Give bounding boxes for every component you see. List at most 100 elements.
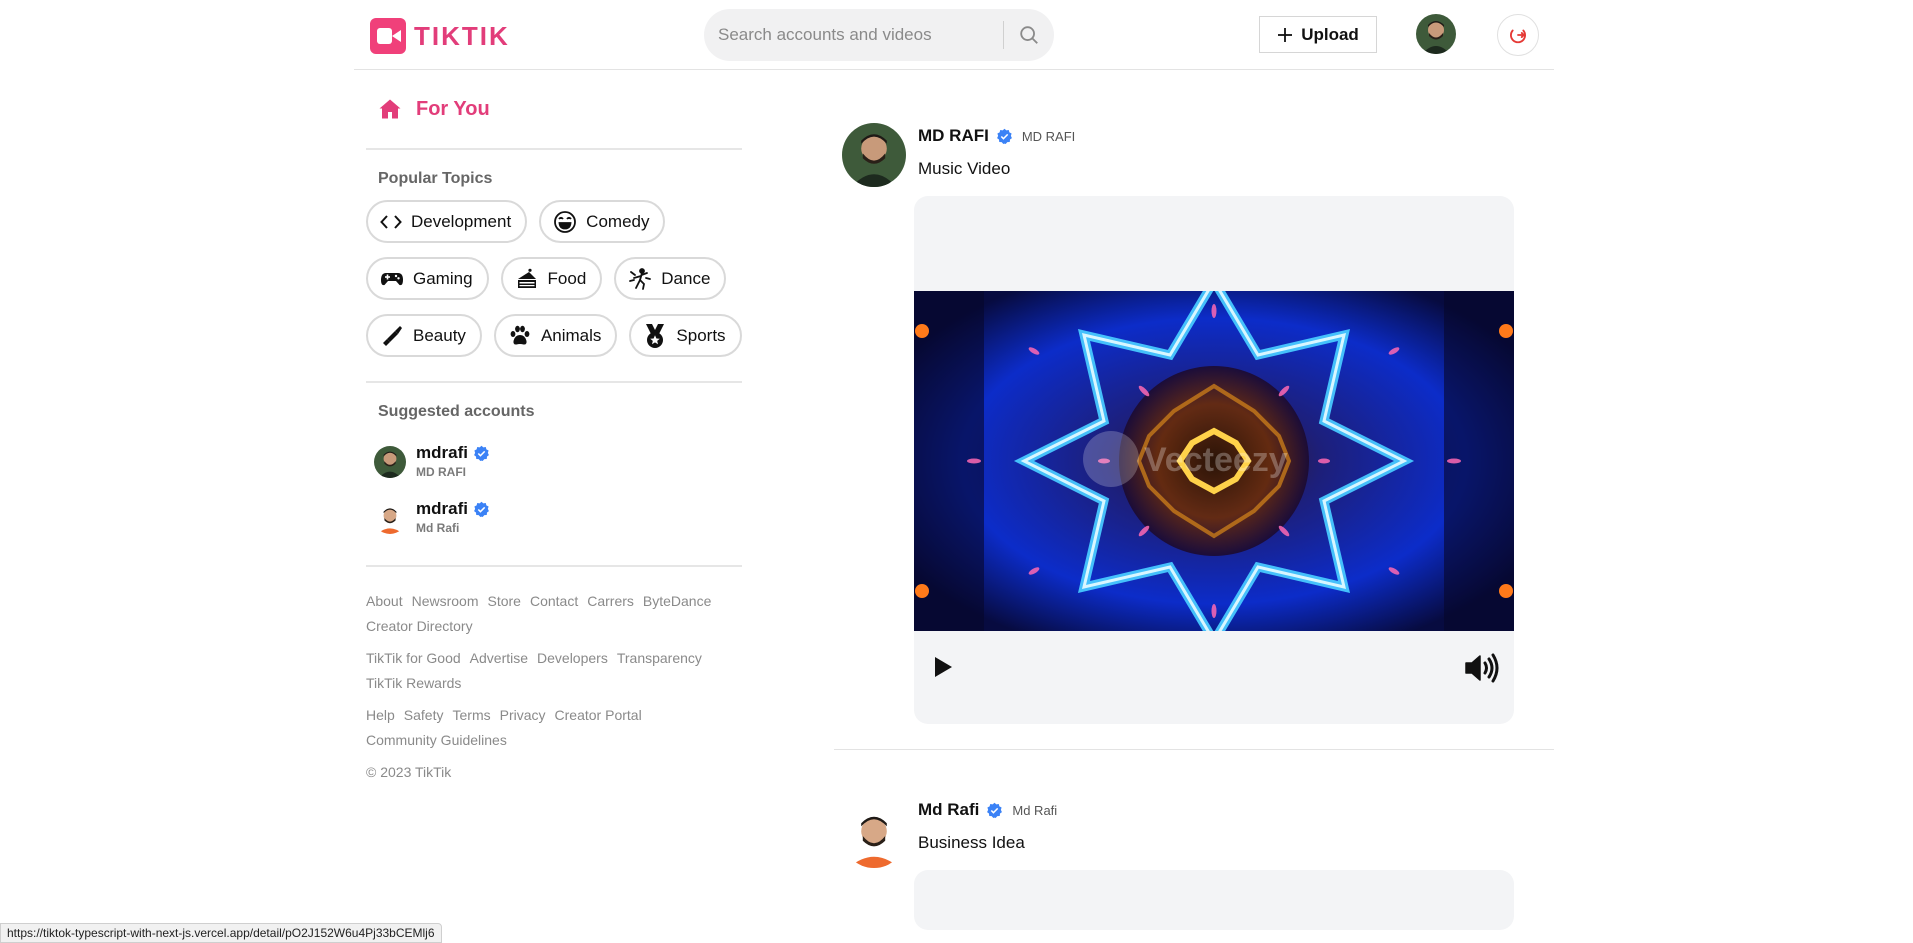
avatar [374, 446, 406, 478]
search-icon [1020, 26, 1038, 44]
sidebar-item-for-you[interactable]: For You [366, 70, 742, 150]
footer-link-transparency[interactable]: Transparency [617, 650, 702, 666]
account-name: mdrafi [416, 499, 468, 518]
gamepad-icon [381, 272, 403, 285]
volume-button[interactable] [1464, 653, 1500, 688]
logo-text: TIKTIK [414, 20, 510, 51]
topic-dance[interactable]: Dance [614, 257, 727, 300]
footer-link-community-guidelines[interactable]: Community Guidelines [366, 732, 507, 748]
topic-label: Beauty [413, 325, 466, 345]
lipstick-icon [383, 325, 402, 346]
post-handle: MD RAFI [1021, 128, 1076, 144]
profile-avatar[interactable] [1416, 14, 1456, 54]
play-button[interactable] [932, 655, 954, 684]
account-display-name: MD RAFI [416, 465, 466, 479]
footer-link-bytedance[interactable]: ByteDance [643, 593, 711, 609]
footer-link-for-good[interactable]: TikTik for Good [366, 650, 461, 666]
post-caption: Music Video [918, 159, 1011, 178]
post-username: MD RAFI [918, 126, 989, 145]
user-avatar-image [842, 804, 906, 868]
logout-button[interactable] [1497, 14, 1539, 56]
video-camera-icon [370, 18, 406, 54]
topic-label: Animals [540, 325, 602, 345]
video-feed: MD RAFI MD RAFI Music Video Vecteezy Md … [834, 70, 1554, 930]
laughing-face-icon [554, 210, 577, 233]
post-author[interactable]: Md Rafi Md Rafi [918, 800, 1057, 820]
upload-label: Upload [1301, 24, 1359, 44]
topic-animals[interactable]: Animals [493, 314, 618, 357]
footer-link-developers[interactable]: Developers [537, 650, 608, 666]
suggested-account[interactable]: mdrafi Md Rafi [366, 491, 742, 547]
verified-icon [987, 802, 1003, 818]
account-name: mdrafi [416, 443, 468, 462]
footer-link-rewards[interactable]: TikTik Rewards [366, 675, 461, 691]
post-author-avatar[interactable] [842, 123, 906, 187]
user-avatar-image [842, 123, 906, 187]
copyright: © 2023 TikTik [366, 764, 452, 780]
topic-sports[interactable]: Sports [629, 314, 742, 357]
topic-label: Food [547, 268, 587, 288]
account-display-name: Md Rafi [416, 521, 460, 535]
video-watermark: Vecteezy [1144, 441, 1288, 479]
paw-icon [510, 325, 530, 345]
search-bar [704, 9, 1054, 61]
top-navbar: TIKTIK Upload [354, 0, 1554, 70]
verified-icon [474, 445, 489, 461]
footer-link-safety[interactable]: Safety [404, 707, 444, 723]
search-button[interactable] [1004, 9, 1054, 61]
kaleidoscope-video-image: Vecteezy [914, 291, 1514, 631]
suggested-accounts-title: Suggested accounts [378, 403, 535, 420]
footer-link-store[interactable]: Store [488, 593, 521, 609]
footer-link-advertise[interactable]: Advertise [470, 650, 528, 666]
topic-beauty[interactable]: Beauty [366, 314, 482, 357]
tiktik-app: TIKTIK Upload [0, 0, 1913, 943]
topic-label: Development [411, 211, 512, 231]
footer-link-privacy[interactable]: Privacy [500, 707, 546, 723]
plus-icon [1278, 27, 1293, 42]
topic-development[interactable]: Development [366, 200, 528, 243]
suggested-accounts-list: mdrafi MD RAFI mdrafi Md Rafi [366, 435, 742, 567]
play-icon [935, 657, 952, 677]
search-input[interactable] [718, 15, 1003, 55]
post-username: Md Rafi [918, 800, 980, 819]
upload-button[interactable]: Upload [1259, 16, 1377, 53]
topic-food[interactable]: Food [500, 257, 603, 300]
post-handle: Md Rafi [1012, 802, 1058, 818]
user-avatar-image [1416, 14, 1456, 54]
video-player[interactable]: Vecteezy [914, 196, 1514, 724]
logo[interactable]: TIKTIK [370, 18, 510, 54]
dancer-icon [629, 267, 652, 290]
sidebar: For You Popular Topics Development Comed… [366, 70, 742, 780]
video-frame[interactable]: Vecteezy [914, 291, 1514, 631]
footer-link-contact[interactable]: Contact [530, 593, 578, 609]
topic-comedy[interactable]: Comedy [539, 200, 666, 243]
footer-link-terms[interactable]: Terms [453, 707, 491, 723]
home-icon [379, 99, 401, 119]
footer-link-creator-portal[interactable]: Creator Portal [555, 707, 642, 723]
for-you-label: For You [416, 97, 490, 120]
footer-group-programs: TikTik for Good Advertise Developers Tra… [366, 650, 736, 691]
topic-label: Comedy [586, 211, 650, 231]
footer-link-careers[interactable]: Carrers [587, 593, 634, 609]
post-author[interactable]: MD RAFI MD RAFI [918, 126, 1075, 146]
avatar [374, 502, 406, 534]
topic-gaming[interactable]: Gaming [366, 257, 489, 300]
topic-label: Dance [661, 268, 711, 288]
topics-list: Development Comedy Gaming Food Dance Bea… [366, 200, 742, 383]
user-avatar-image [374, 502, 406, 534]
footer-link-creator-directory[interactable]: Creator Directory [366, 618, 473, 634]
video-post: MD RAFI MD RAFI Music Video Vecteezy [834, 70, 1554, 750]
sidebar-footer: About Newsroom Store Contact Carrers Byt… [366, 593, 742, 780]
footer-link-about[interactable]: About [366, 593, 403, 609]
video-player[interactable] [914, 870, 1514, 930]
post-author-avatar[interactable] [842, 804, 906, 868]
footer-group-support: Help Safety Terms Privacy Creator Portal… [366, 707, 736, 748]
medal-icon [646, 323, 665, 348]
suggested-account[interactable]: mdrafi MD RAFI [366, 435, 742, 491]
status-bar-url: https://tiktok-typescript-with-next-js.v… [0, 923, 442, 943]
logout-power-icon [1510, 29, 1526, 44]
verified-icon [996, 128, 1012, 144]
post-caption: Business Idea [918, 833, 1025, 852]
footer-link-newsroom[interactable]: Newsroom [412, 593, 479, 609]
footer-link-help[interactable]: Help [366, 707, 395, 723]
